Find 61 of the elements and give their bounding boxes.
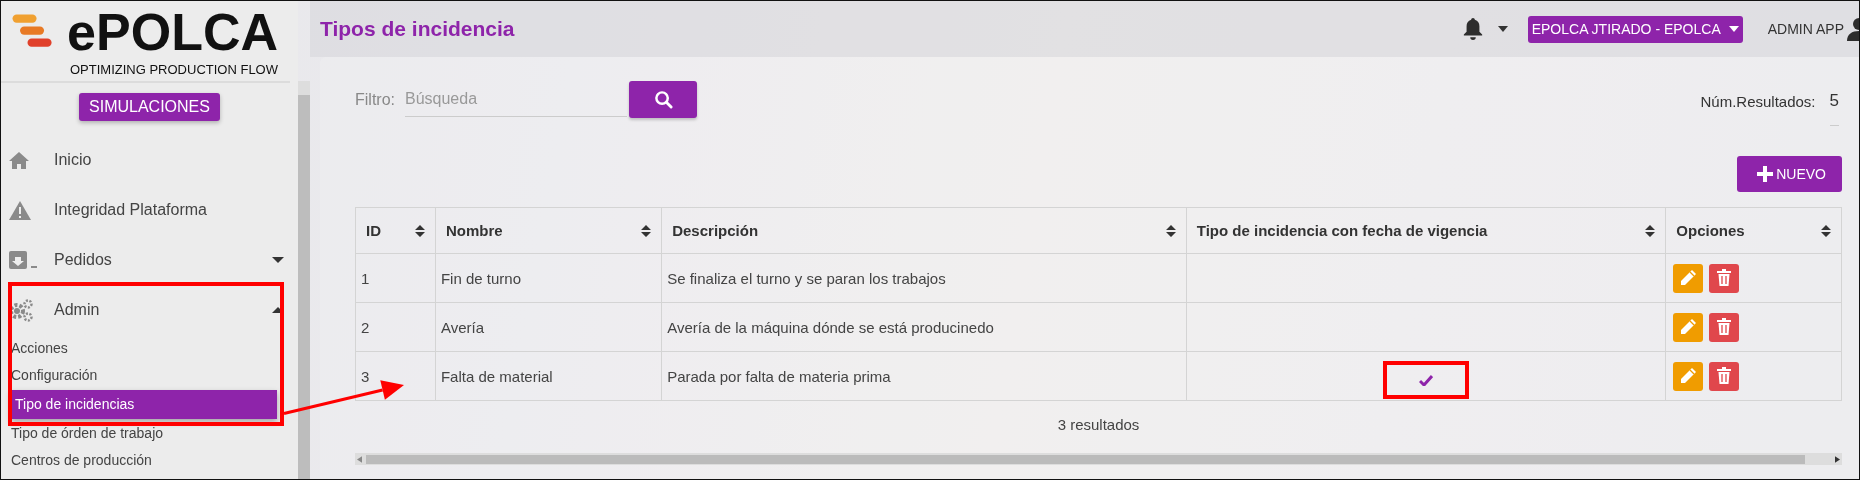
pencil-icon	[1679, 318, 1698, 336]
trash-icon	[1716, 367, 1733, 385]
pencil-icon	[1679, 367, 1698, 385]
filter-label: Filtro:	[355, 90, 395, 109]
warning-icon	[9, 200, 31, 220]
trash-icon	[1716, 269, 1733, 287]
download-box-icon	[9, 251, 37, 269]
nav-item[interactable]: Integridad Plataforma	[1, 185, 298, 235]
caret-icon	[1728, 26, 1739, 32]
table-cell: Se finaliza el turno y se paran los trabajos	[661, 253, 1187, 303]
results-count: 5	[1829, 91, 1839, 126]
plus-icon	[1757, 166, 1774, 182]
table-cell: Falta de material	[435, 351, 662, 401]
submenu-item[interactable]: Tipo de incidencias	[11, 390, 277, 419]
logo-name: ePOLCA	[67, 6, 278, 58]
scroll-left-icon[interactable]	[357, 455, 362, 463]
edit-button[interactable]	[1673, 263, 1704, 293]
user-name[interactable]: ADMIN APP	[1767, 21, 1844, 37]
nav-item[interactable]: Admin	[1, 285, 298, 335]
trash-icon	[1716, 318, 1733, 336]
table-cell: 2	[355, 302, 436, 352]
column-header[interactable]: Tipo de incidencia con fecha de vigencia	[1186, 207, 1666, 254]
scrollbar[interactable]	[355, 453, 1842, 465]
search-field[interactable]: Búsqueda	[405, 82, 627, 117]
submenu-item[interactable]: Tipo de órden de trabajo	[1, 420, 298, 447]
submenu-item[interactable]: Acciones	[1, 335, 298, 362]
scrollbar[interactable]	[298, 81, 310, 479]
company-dropdown[interactable]: EPOLCA JTIRADO - EPOLCA	[1527, 15, 1743, 43]
gears-icon	[9, 298, 33, 322]
delete-button[interactable]	[1709, 263, 1740, 293]
edit-button[interactable]	[1673, 312, 1704, 342]
search-button[interactable]	[629, 81, 697, 118]
nav-item[interactable]: Inicio	[1, 135, 298, 185]
table-cell: Fin de turno	[435, 253, 662, 303]
submenu-item[interactable]: Configuración	[1, 362, 298, 389]
page-title: Tipos de incidencia	[320, 17, 515, 41]
pencil-icon	[1679, 269, 1698, 287]
column-header[interactable]: Opciones	[1665, 207, 1842, 254]
logo-tagline: OPTIMIZING PRODUCTION FLOW	[70, 62, 278, 77]
caret-icon[interactable]	[1497, 26, 1508, 32]
simulations-button[interactable]: SIMULACIONES	[79, 93, 220, 121]
delete-button[interactable]	[1709, 361, 1740, 391]
submenu-item[interactable]: Centros de producción	[1, 447, 298, 474]
column-header[interactable]: Nombre	[435, 207, 662, 254]
search-icon	[653, 90, 673, 109]
delete-button[interactable]	[1709, 312, 1740, 342]
table-cell: Avería	[435, 302, 662, 352]
user-icon[interactable]	[1847, 17, 1859, 41]
results-label: Núm.Resultados:	[1700, 92, 1816, 110]
edit-button[interactable]	[1673, 361, 1704, 391]
nav-item[interactable]: Pedidos	[1, 235, 298, 285]
column-header[interactable]: ID	[355, 207, 436, 254]
home-icon	[9, 151, 29, 169]
scroll-right-icon[interactable]	[1835, 455, 1840, 463]
results-summary: 3 resultados	[1056, 416, 1141, 433]
column-header[interactable]: Descripción	[661, 207, 1187, 254]
table-cell: 1	[355, 253, 436, 303]
new-button[interactable]: NUEVO	[1737, 156, 1842, 192]
bell-icon[interactable]	[1461, 17, 1484, 41]
table-cell: Parada por falta de materia prima	[661, 351, 1187, 401]
table-cell: Avería de la máquina dónde se está producinedo	[661, 302, 1187, 352]
